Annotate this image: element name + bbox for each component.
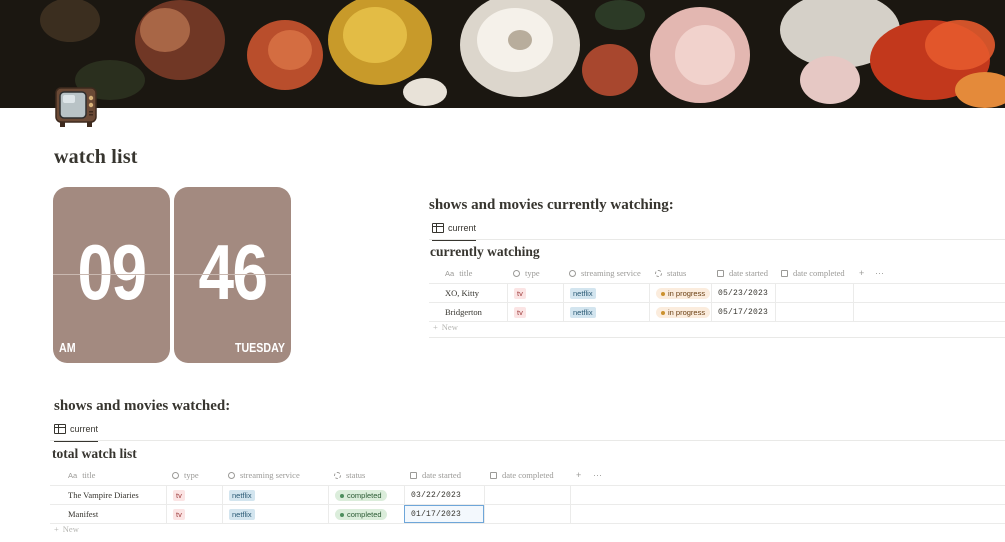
table-header: Aa title type streaming service status da… (50, 465, 1005, 485)
more-options-button[interactable]: ··· (587, 465, 607, 485)
text-property-icon: Aa (68, 470, 78, 480)
clock-weekday: TUESDAY (235, 340, 285, 355)
column-header-date-completed[interactable]: date completed (775, 263, 853, 283)
cell-title[interactable]: The Vampire Diaries (62, 486, 168, 504)
select-property-icon (513, 269, 520, 277)
column-header-date-completed[interactable]: date completed (484, 465, 570, 485)
select-property-icon (228, 471, 235, 479)
more-options-button[interactable]: ··· (869, 263, 889, 283)
cell-date-started[interactable]: 05/17/2023 (711, 303, 775, 321)
cell-streaming-service[interactable]: netflix (563, 284, 649, 302)
page-title[interactable]: watch list (54, 146, 138, 169)
plus-icon: + (433, 322, 438, 332)
table-icon (432, 223, 444, 233)
cell-status[interactable]: in progress (649, 303, 711, 321)
status-badge: completed (335, 508, 387, 520)
column-header-title[interactable]: Aa title (439, 263, 509, 283)
status-property-icon (655, 269, 662, 277)
database-title[interactable]: total watch list (52, 446, 137, 462)
tag-netflix: netflix (570, 287, 596, 299)
calendar-icon (410, 471, 417, 479)
cell-date-started[interactable]: 05/23/2023 (711, 284, 775, 302)
column-header-title[interactable]: Aa title (62, 465, 170, 485)
column-header-streaming-service[interactable]: streaming service (222, 465, 328, 485)
table-bottom-divider (429, 337, 1005, 338)
cell-date-completed[interactable] (775, 284, 853, 302)
status-badge: completed (335, 489, 387, 501)
currently-watching-table: Aa title type streaming service status da… (429, 263, 1005, 322)
tag-netflix: netflix (570, 306, 596, 318)
television-icon[interactable] (54, 86, 100, 128)
tag-tv: tv (514, 287, 526, 299)
cell-date-completed[interactable] (484, 486, 570, 504)
cell-title[interactable]: Manifest (62, 505, 168, 523)
clock-minute-card: 46 TUESDAY (174, 187, 291, 363)
select-property-icon (569, 269, 576, 277)
table-row[interactable]: The Vampire Diaries tv netflix completed… (50, 485, 1005, 504)
column-header-streaming-service[interactable]: streaming service (563, 263, 649, 283)
clock-hour-card: 09 AM (53, 187, 170, 363)
cell-type[interactable]: tv (507, 303, 563, 321)
column-header-date-started[interactable]: date started (711, 263, 775, 283)
cell-type[interactable]: tv (166, 505, 222, 523)
cell-status[interactable]: completed (328, 505, 404, 523)
column-header-type[interactable]: type (507, 263, 563, 283)
tag-tv: tv (173, 489, 185, 501)
table-row[interactable]: Manifest tv netflix completed 01/17/2023 (50, 504, 1005, 524)
calendar-icon (490, 471, 497, 479)
column-header-status[interactable]: status (328, 465, 404, 485)
cover-image[interactable] (0, 0, 1005, 108)
cell-date-completed[interactable] (775, 303, 853, 321)
currently-watching-heading: shows and movies currently watching: (429, 197, 674, 213)
cell-type[interactable]: tv (166, 486, 222, 504)
cell-streaming-service[interactable]: netflix (222, 505, 328, 523)
cell-streaming-service[interactable]: netflix (563, 303, 649, 321)
cell-status[interactable]: completed (328, 486, 404, 504)
tag-netflix: netflix (229, 508, 255, 520)
clock-divider (174, 274, 291, 275)
tab-label: current (70, 424, 99, 434)
tag-tv: tv (173, 508, 185, 520)
clock-minute: 46 (198, 228, 269, 316)
plus-icon: + (54, 524, 59, 534)
select-property-icon (172, 471, 179, 479)
new-row-button[interactable]: + New (433, 322, 458, 332)
tab-divider (429, 239, 1005, 240)
database-title[interactable]: currently watching (430, 244, 540, 260)
calendar-icon (781, 269, 788, 277)
table-header: Aa title type streaming service status da… (429, 263, 1005, 283)
status-badge: in progress (656, 287, 711, 299)
column-header-date-started[interactable]: date started (404, 465, 484, 485)
tab-divider (50, 440, 1005, 441)
clock-hour: 09 (77, 228, 148, 316)
clock-meridiem: AM (59, 340, 76, 355)
text-property-icon: Aa (445, 268, 455, 278)
column-header-status[interactable]: status (649, 263, 711, 283)
cell-streaming-service[interactable]: netflix (222, 486, 328, 504)
cell-title[interactable]: XO, Kitty (439, 284, 507, 302)
status-property-icon (334, 471, 341, 479)
cell-status[interactable]: in progress (649, 284, 711, 302)
tab-label: current (448, 223, 477, 233)
new-row-button[interactable]: + New (54, 524, 79, 534)
total-watch-list-table: Aa title type streaming service status da… (50, 465, 1005, 524)
clock-divider (53, 274, 170, 275)
cell-type[interactable]: tv (507, 284, 563, 302)
tag-netflix: netflix (229, 489, 255, 501)
status-badge: in progress (656, 306, 711, 318)
cell-date-completed[interactable] (484, 505, 570, 523)
column-header-type[interactable]: type (166, 465, 222, 485)
table-icon (54, 424, 66, 434)
cell-date-started-selected[interactable]: 01/17/2023 (404, 505, 484, 523)
table-row[interactable]: Bridgerton tv netflix in progress 05/17/… (429, 302, 1005, 322)
watched-heading: shows and movies watched: (54, 398, 231, 414)
calendar-icon (717, 269, 724, 277)
tag-tv: tv (514, 306, 526, 318)
table-row[interactable]: XO, Kitty tv netflix in progress 05/23/2… (429, 283, 1005, 302)
cell-date-started[interactable]: 03/22/2023 (404, 486, 484, 504)
cell-title[interactable]: Bridgerton (439, 303, 507, 321)
